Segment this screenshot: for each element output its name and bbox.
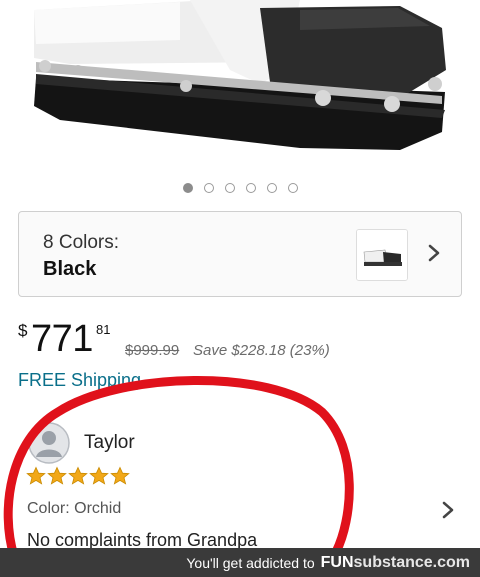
variant-count-label: 8 Colors: (43, 232, 120, 253)
watermark-bar: You'll get addicted to FUNsubstance.com (0, 548, 480, 577)
star-rating (26, 466, 130, 486)
star-icon (68, 466, 88, 485)
star-icon (26, 466, 46, 485)
review-variant-label: Color: Orchid (27, 500, 122, 517)
variant-thumbnail[interactable] (356, 229, 408, 281)
free-shipping-link[interactable]: FREE Shipping (18, 370, 141, 391)
product-image[interactable] (0, 0, 480, 168)
carousel-dot[interactable] (224, 183, 235, 193)
star-icon (110, 466, 130, 485)
currency-symbol: $ (18, 321, 28, 340)
price-whole: 771 (31, 318, 93, 360)
selected-color-label: Black (43, 258, 97, 280)
image-carousel-dots (0, 183, 480, 193)
watermark-tagline: You'll get addicted to (186, 554, 315, 571)
watermark-logo: FUNsubstance.com (320, 553, 470, 571)
chevron-right-icon[interactable] (436, 498, 460, 522)
carousel-dot[interactable] (203, 183, 214, 193)
star-icon (89, 466, 109, 485)
chevron-right-icon[interactable] (421, 240, 447, 266)
reviewer-name: Taylor (84, 432, 135, 453)
carousel-dot[interactable] (287, 183, 298, 193)
price-cents: 81 (96, 322, 111, 337)
list-price: $999.99 (125, 342, 180, 359)
avatar-icon (28, 422, 70, 464)
carousel-dot[interactable] (182, 183, 193, 193)
carousel-dot[interactable] (245, 183, 256, 193)
carousel-dot[interactable] (266, 183, 277, 193)
savings-label: Save $228.18 (23%) (193, 342, 330, 359)
color-variant-selector[interactable]: 8 Colors: Black (18, 211, 462, 297)
star-icon (47, 466, 67, 485)
